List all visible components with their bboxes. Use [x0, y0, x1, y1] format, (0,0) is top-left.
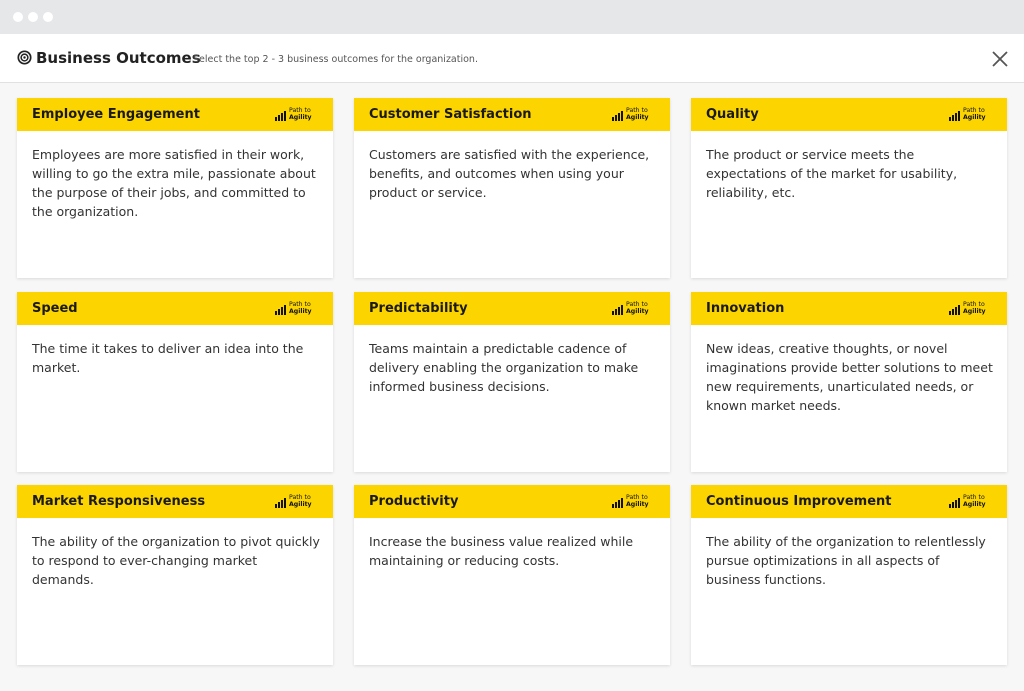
card-title: Market Responsiveness [32, 494, 206, 509]
bar-chart-icon [275, 498, 286, 508]
bar-chart-icon [612, 305, 623, 315]
target-icon [17, 50, 32, 65]
brand-line-2: Agility [963, 114, 986, 121]
brand-line-1: Path to [626, 494, 648, 501]
card-header: Speed Path to Agility [17, 292, 333, 325]
card-description: New ideas, creative thoughts, or novel i… [706, 341, 993, 413]
page-title: Business Outcomes [36, 49, 201, 67]
outcome-card[interactable]: Customer Satisfaction Path to Agility Custo… [354, 98, 670, 278]
business-outcomes-dialog: Business Outcomes Select the top 2 - 3 b… [0, 34, 1024, 691]
dialog-header: Business Outcomes Select the top 2 - 3 b… [0, 34, 1024, 83]
card-title: Predictability [369, 301, 468, 316]
card-title: Quality [706, 107, 759, 122]
card-header: Productivity Path to Agility [354, 485, 670, 518]
page-subtitle: Select the top 2 - 3 business outcomes f… [193, 54, 478, 65]
card-title: Innovation [706, 301, 785, 316]
brand-line-2: Agility [289, 114, 312, 121]
card-title: Productivity [369, 494, 459, 509]
window-chrome [0, 0, 1024, 34]
card-description: Employees are more satisfied in their wo… [32, 147, 316, 219]
bar-chart-icon [612, 111, 623, 121]
card-header: Market Responsiveness Path to Agility [17, 485, 333, 518]
brand-line-1: Path to [289, 107, 311, 114]
brand-line-1: Path to [963, 107, 985, 114]
path-to-agility-logo: Path to Agility [612, 107, 656, 123]
bar-chart-icon [275, 305, 286, 315]
close-icon[interactable] [990, 49, 1010, 69]
brand-line-2: Agility [626, 114, 649, 121]
path-to-agility-logo: Path to Agility [949, 301, 993, 317]
brand-line-2: Agility [626, 308, 649, 315]
card-header: Employee Engagement Path to Agility [17, 98, 333, 131]
card-title: Customer Satisfaction [369, 107, 532, 122]
card-header: Predictability Path to Agility [354, 292, 670, 325]
brand-line-2: Agility [289, 308, 312, 315]
card-title: Speed [32, 301, 78, 316]
card-description: Increase the business value realized whi… [369, 534, 634, 568]
card-header: Innovation Path to Agility [691, 292, 1007, 325]
outcome-card[interactable]: Employee Engagement Path to Agility Employe… [17, 98, 333, 278]
path-to-agility-logo: Path to Agility [949, 494, 993, 510]
bar-chart-icon [949, 111, 960, 121]
path-to-agility-logo: Path to Agility [612, 301, 656, 317]
path-to-agility-logo: Path to Agility [275, 301, 319, 317]
bar-chart-icon [949, 305, 960, 315]
bar-chart-icon [275, 111, 286, 121]
brand-line-1: Path to [289, 301, 311, 308]
bar-chart-icon [949, 498, 960, 508]
window-dot-minimize[interactable] [28, 12, 38, 22]
outcome-card[interactable]: Quality Path to Agility The product or serv… [691, 98, 1007, 278]
card-header: Customer Satisfaction Path to Agility [354, 98, 670, 131]
outcome-card[interactable]: Speed Path to Agility The time it takes to … [17, 292, 333, 472]
outcome-card[interactable]: Market Responsiveness Path to Agility The a… [17, 485, 333, 665]
card-description: Customers are satisfied with the experie… [369, 147, 650, 200]
card-title: Employee Engagement [32, 107, 200, 122]
outcome-card[interactable]: Continuous Improvement Path to Agility The … [691, 485, 1007, 665]
card-description: The ability of the organization to relen… [706, 534, 986, 587]
card-description: Teams maintain a predictable cadence of … [369, 341, 639, 394]
path-to-agility-logo: Path to Agility [275, 107, 319, 123]
card-title: Continuous Improvement [706, 494, 892, 509]
brand-line-1: Path to [963, 301, 985, 308]
brand-line-2: Agility [289, 501, 312, 508]
bar-chart-icon [612, 498, 623, 508]
brand-line-1: Path to [289, 494, 311, 501]
card-header: Continuous Improvement Path to Agility [691, 485, 1007, 518]
brand-line-1: Path to [626, 301, 648, 308]
card-description: The product or service meets the expecta… [706, 147, 958, 200]
brand-line-1: Path to [626, 107, 648, 114]
brand-line-2: Agility [963, 501, 986, 508]
card-description: The ability of the organization to pivot… [32, 534, 320, 587]
outcome-card[interactable]: Innovation Path to Agility New ideas, creat… [691, 292, 1007, 472]
brand-line-2: Agility [963, 308, 986, 315]
path-to-agility-logo: Path to Agility [612, 494, 656, 510]
card-description: The time it takes to deliver an idea int… [32, 341, 304, 375]
outcome-card[interactable]: Productivity Path to Agility Increase the b… [354, 485, 670, 665]
window-dot-close[interactable] [13, 12, 23, 22]
path-to-agility-logo: Path to Agility [275, 494, 319, 510]
path-to-agility-logo: Path to Agility [949, 107, 993, 123]
brand-line-1: Path to [963, 494, 985, 501]
outcome-card[interactable]: Predictability Path to Agility Teams mainta… [354, 292, 670, 472]
brand-line-2: Agility [626, 501, 649, 508]
card-header: Quality Path to Agility [691, 98, 1007, 131]
window-dot-maximize[interactable] [43, 12, 53, 22]
